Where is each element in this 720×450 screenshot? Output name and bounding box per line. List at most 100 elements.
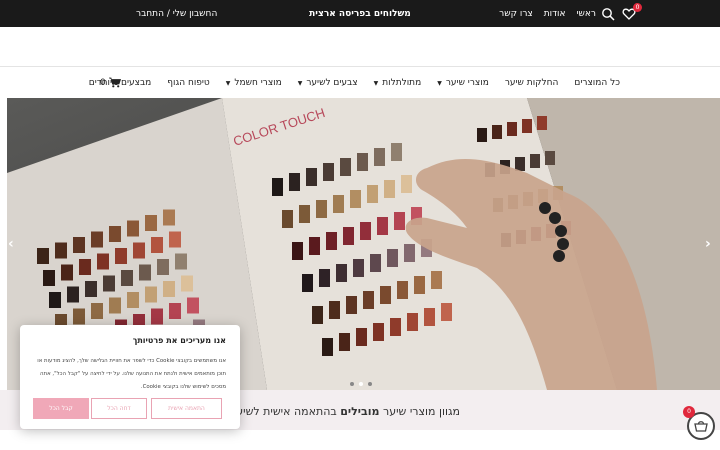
color-swatch [363, 291, 374, 309]
nav-label: צבעים לשיער [306, 78, 358, 88]
nav-item-hair-products[interactable]: מוצרי שיער ▼ [437, 78, 489, 88]
color-swatch [187, 297, 199, 314]
color-swatch [431, 271, 442, 289]
color-swatch [127, 292, 139, 308]
color-swatch [404, 244, 415, 262]
nav-item-all-products[interactable]: כל המוצרים [574, 78, 620, 88]
chevron-down-icon: ▼ [373, 79, 379, 87]
color-swatch [370, 254, 381, 272]
color-swatch [319, 269, 330, 287]
cookie-customize-button[interactable]: התאמה אישית [151, 398, 222, 419]
color-swatch [292, 242, 303, 260]
color-swatch [121, 270, 133, 286]
color-swatch [91, 231, 103, 248]
chevron-down-icon: ▼ [437, 79, 442, 87]
color-swatch [424, 308, 435, 326]
hero-next-arrow[interactable]: › [705, 236, 711, 252]
color-swatch [336, 264, 347, 282]
color-swatch [333, 195, 344, 213]
color-swatch [312, 306, 323, 324]
cookie-reject-button[interactable]: דחה הכל [91, 398, 147, 419]
hero-prev-arrow[interactable]: ‹ [8, 236, 14, 252]
color-swatch [289, 173, 300, 191]
cookie-accept-button[interactable]: קבל הכל [33, 398, 89, 419]
color-swatch [163, 209, 175, 226]
color-swatch [316, 200, 327, 218]
color-swatch [326, 232, 337, 250]
floating-cart-count: 0 [683, 406, 695, 418]
color-swatch [67, 286, 79, 303]
color-swatch [339, 333, 350, 351]
basket-icon [694, 421, 708, 432]
color-swatch [356, 328, 367, 346]
nav-item-hair-colors[interactable]: צבעים לשיער ▼ [298, 78, 358, 88]
slider-dot[interactable] [350, 382, 354, 386]
cart-icon [108, 77, 121, 88]
header-band [0, 27, 720, 67]
color-swatch [282, 210, 293, 228]
chevron-down-icon: ▼ [225, 79, 231, 87]
color-swatch [139, 264, 151, 281]
color-swatch [145, 215, 157, 231]
cart-count: 0 [100, 77, 106, 88]
color-swatch [367, 185, 378, 203]
nav-item-electric-products[interactable]: מוצרי חשמל ▼ [226, 78, 282, 88]
color-swatch [163, 281, 175, 297]
color-swatch [43, 270, 55, 286]
color-swatch [181, 275, 193, 292]
nav-label: מתולתלות [382, 78, 422, 88]
color-swatch [377, 217, 388, 235]
color-swatch [346, 296, 357, 314]
nav-item-body-care[interactable]: טיפוח הגוף [167, 78, 209, 88]
color-swatch [79, 259, 91, 275]
color-swatch [329, 301, 340, 319]
tagline-suffix: בהתאמה אישית לשיערך [224, 405, 337, 418]
color-swatch [340, 158, 351, 176]
color-swatch [61, 264, 73, 281]
color-swatch [391, 143, 402, 161]
color-swatch [306, 168, 317, 186]
color-swatch [91, 303, 103, 319]
color-swatch [97, 253, 109, 270]
color-swatch [322, 338, 333, 356]
color-swatch [387, 249, 398, 267]
color-swatch [407, 313, 418, 331]
color-swatch [157, 259, 169, 275]
about-link[interactable]: אודות [544, 9, 566, 19]
color-swatch [73, 308, 85, 325]
contact-link[interactable]: צרו קשר [499, 9, 533, 19]
nav-item-curly[interactable]: מתולתלות ▼ [374, 78, 422, 88]
wishlist-count-badge: 0 [633, 3, 642, 12]
slider-dot[interactable] [368, 382, 372, 386]
chevron-down-icon: ▼ [297, 79, 303, 87]
color-swatch [545, 151, 555, 165]
slider-dot[interactable] [359, 382, 363, 386]
tagline-prefix: מגוון מוצרי שיער [383, 405, 460, 418]
nav-label: כל המוצרים [574, 78, 620, 88]
color-swatch [357, 153, 368, 171]
slider-dots [350, 382, 372, 386]
color-swatch [109, 226, 121, 242]
color-swatch [507, 122, 517, 136]
color-swatch [441, 303, 452, 321]
color-swatch [390, 318, 401, 336]
tagline-bold: מובילים [340, 405, 380, 418]
search-icon[interactable] [601, 7, 615, 21]
color-swatch [85, 281, 97, 297]
color-swatch [145, 286, 157, 303]
top-bar: החשבון שלי / התחבר משלוחים בפריסה ארצית … [0, 0, 720, 27]
color-swatch [530, 154, 540, 168]
nav-label: מוצרי חשמל [234, 78, 282, 88]
color-swatch [522, 119, 532, 133]
nav-item-hair-straightening[interactable]: החלקות שיער [505, 78, 559, 88]
home-link[interactable]: ראשי [577, 9, 597, 19]
nav-label: מוצרי שיער [445, 78, 489, 88]
color-swatch [302, 274, 313, 292]
color-swatch [492, 125, 502, 139]
color-swatch [374, 148, 385, 166]
color-swatch [169, 231, 181, 248]
color-swatch [384, 180, 395, 198]
nav-label: טיפוח הגוף [167, 78, 210, 88]
color-swatch [537, 116, 547, 130]
nav-cart[interactable]: 0 [100, 77, 121, 88]
